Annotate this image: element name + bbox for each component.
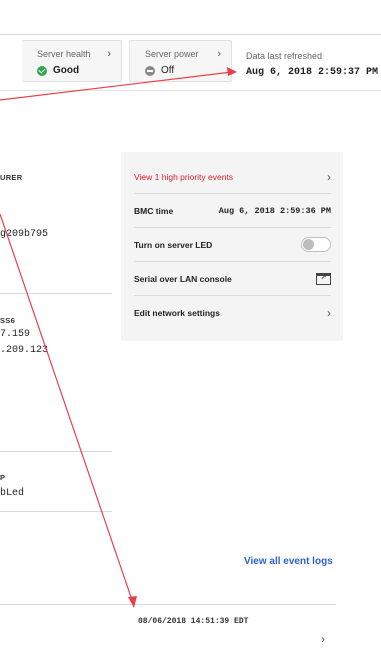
chevron-right-icon: › bbox=[327, 306, 331, 320]
edit-network-settings-label: Edit network settings bbox=[134, 308, 220, 318]
chevron-right-icon: › bbox=[217, 48, 221, 60]
server-led-toggle[interactable] bbox=[301, 237, 331, 252]
chevron-right-icon: › bbox=[327, 169, 331, 184]
serial-over-lan-label: Serial over LAN console bbox=[134, 273, 232, 284]
top-header-bar bbox=[0, 0, 381, 35]
manufacturer-heading: URER bbox=[0, 173, 23, 182]
bmc-time-label: BMC time bbox=[134, 205, 174, 216]
main-content: URER g209b795 SS6 7.159 .209.123 P bLed … bbox=[0, 91, 381, 662]
server-led-row: Turn on server LED bbox=[134, 228, 331, 262]
serial-over-lan-link[interactable]: Serial over LAN console ↗ bbox=[134, 262, 331, 296]
status-bar: Server health › Good Server power › Off bbox=[0, 35, 381, 91]
chevron-right-icon[interactable]: › bbox=[321, 632, 325, 646]
server-led-label: Turn on server LED bbox=[134, 239, 213, 250]
divider bbox=[0, 451, 112, 452]
view-all-event-logs-link[interactable]: View all event logs bbox=[244, 556, 333, 567]
high-priority-events-link[interactable]: View 1 high priority events › bbox=[134, 160, 331, 194]
chevron-right-icon: › bbox=[107, 48, 111, 60]
ip-address-value-1: 7.159 bbox=[0, 329, 31, 340]
high-priority-events-label: View 1 high priority events bbox=[134, 171, 234, 182]
quick-links-panel: View 1 high priority events › BMC time A… bbox=[121, 152, 343, 341]
serial-number-value: g209b795 bbox=[0, 229, 49, 240]
bmc-time-row: BMC time Aug 6, 2018 2:59:36 PM bbox=[134, 194, 331, 228]
server-power-value: Off bbox=[161, 65, 175, 76]
divider bbox=[0, 511, 112, 512]
led-state-value: bLed bbox=[0, 488, 25, 499]
data-refreshed-value: Aug 6, 2018 2:59:37 PM bbox=[246, 67, 379, 78]
event-log-timestamp: 08/06/2018 14:51:39 EDT bbox=[138, 617, 249, 626]
data-refreshed-label: Data last refreshed bbox=[246, 51, 323, 61]
divider bbox=[0, 604, 336, 605]
server-health-card[interactable]: Server health › Good bbox=[22, 40, 122, 82]
server-power-card[interactable]: Server power › Off bbox=[129, 40, 232, 82]
check-circle-icon bbox=[37, 65, 47, 76]
server-health-label: Server health bbox=[37, 49, 91, 59]
divider bbox=[0, 293, 112, 294]
server-power-label: Server power bbox=[145, 49, 199, 59]
bmc-time-value: Aug 6, 2018 2:59:36 PM bbox=[218, 205, 331, 216]
edit-network-settings-link[interactable]: Edit network settings › bbox=[134, 296, 331, 330]
console-window-icon: ↗ bbox=[316, 272, 331, 285]
led-heading: P bbox=[0, 473, 6, 482]
network-heading: SS6 bbox=[0, 316, 16, 325]
minus-circle-icon bbox=[145, 65, 155, 76]
ip-address-value-2: .209.123 bbox=[0, 345, 49, 356]
server-health-value: Good bbox=[53, 65, 80, 76]
